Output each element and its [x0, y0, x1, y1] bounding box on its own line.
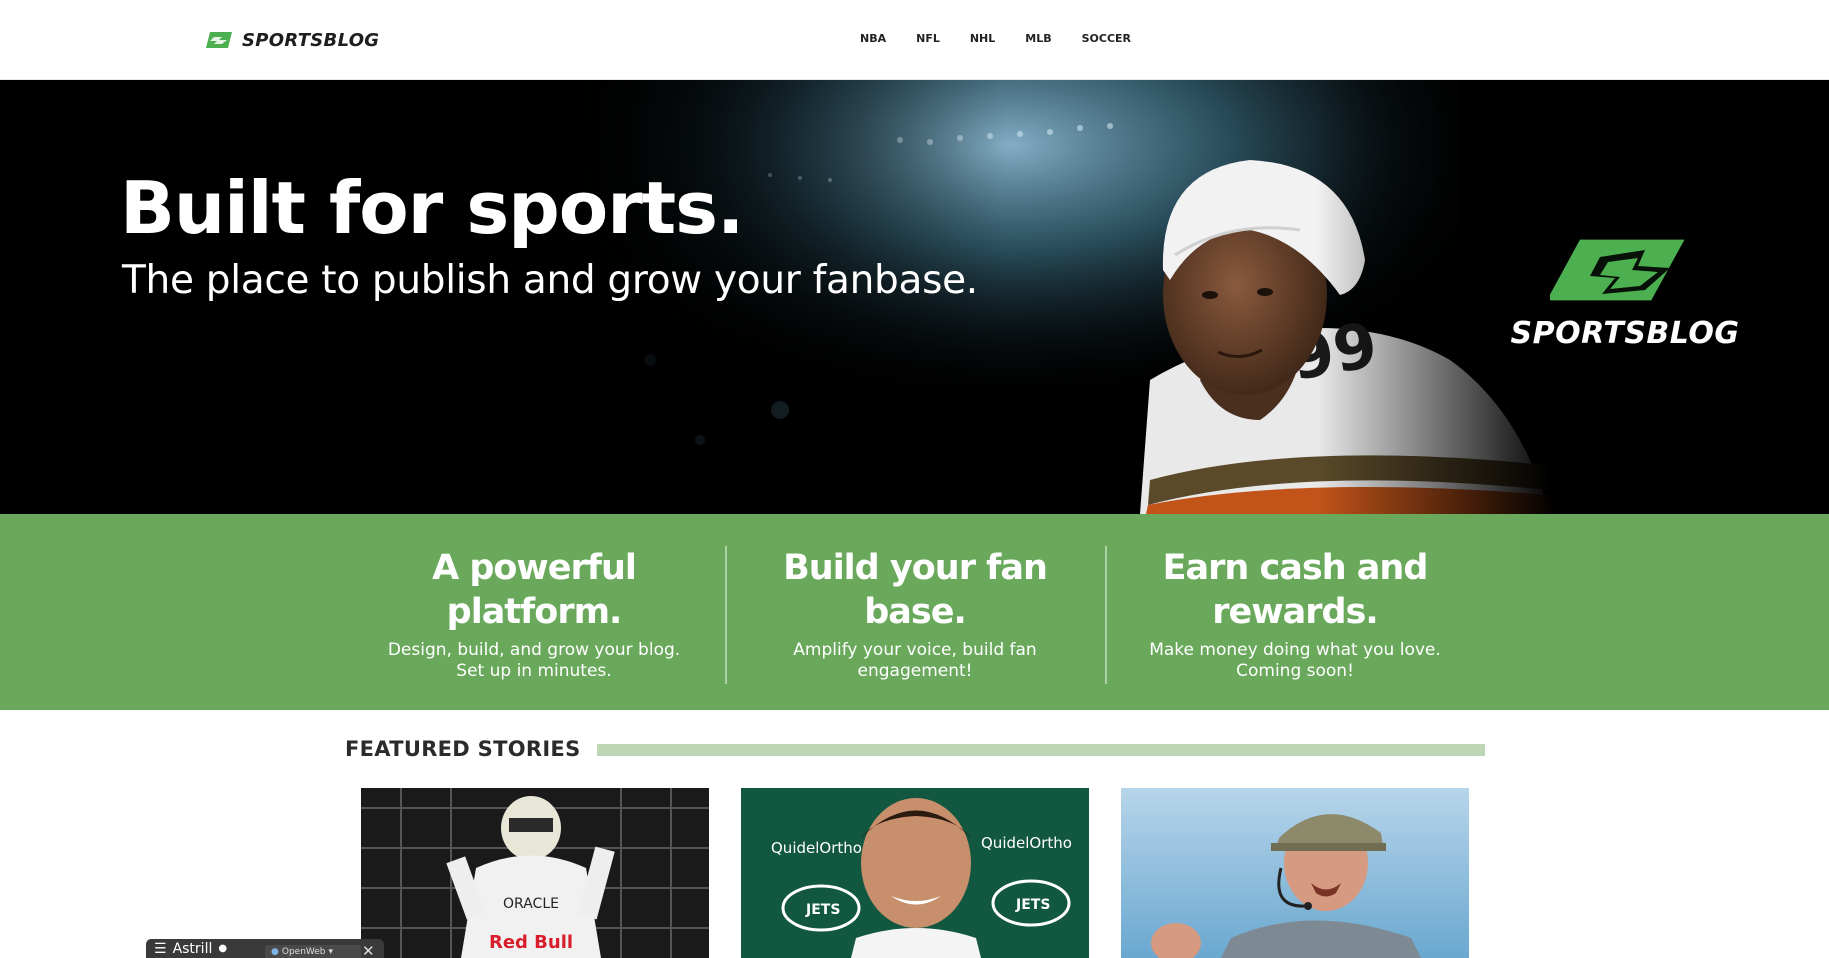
coach-sideline-photo: [1121, 788, 1469, 958]
story-text: Red Bull: [489, 932, 573, 953]
story-card-racing[interactable]: ORACLE Red Bull: [361, 788, 709, 958]
astrill-label: Astrill: [172, 940, 213, 957]
nav-nba[interactable]: NBA: [860, 32, 901, 45]
feature-desc-line1: Amplify your voice, build fan: [793, 640, 1037, 660]
hero-banner: 99 Built for sports. The place to publis…: [0, 80, 1829, 514]
nav-nhl[interactable]: NHL: [955, 32, 1010, 45]
openweb-widget[interactable]: ● OpenWeb ▾: [265, 945, 361, 958]
feature-desc-line2: Coming soon!: [1236, 661, 1354, 681]
nav-mlb[interactable]: MLB: [1010, 32, 1066, 45]
story-text: JETS: [1015, 897, 1050, 913]
openweb-label: OpenWeb: [281, 946, 326, 957]
feature-platform: A powerful platform. Design, build, and …: [344, 546, 724, 682]
nav-nfl[interactable]: NFL: [901, 32, 955, 45]
story-text: ORACLE: [503, 896, 559, 912]
main-nav: NBA NFL NHL MLB SOCCER: [860, 32, 1146, 45]
feature-title-line2: rewards.: [1212, 592, 1378, 632]
feature-fanbase: Build your fan base. Amplify your voice,…: [725, 546, 1105, 682]
sportsblog-logo-icon: [206, 32, 232, 48]
site-logo[interactable]: SPORTSBLOG: [202, 26, 379, 54]
feature-desc-line2: Set up in minutes.: [456, 661, 612, 681]
feature-desc-line1: Make money doing what you love.: [1149, 640, 1441, 660]
story-card-jets[interactable]: QuidelOrtho QuidelOrtho JETS JETS: [741, 788, 1089, 958]
hero-title: Built for sports.: [120, 166, 744, 250]
story-text: JETS: [805, 902, 840, 918]
logo-text: SPORTSBLOG: [242, 29, 380, 51]
story-card-coach[interactable]: [1121, 788, 1469, 958]
featured-heading-rule: [597, 744, 1485, 756]
hero-subtitle: The place to publish and grow your fanba…: [122, 258, 978, 303]
feature-desc-line2: engagement!: [857, 661, 973, 681]
features-band: A powerful platform. Design, build, and …: [0, 514, 1829, 710]
close-icon[interactable]: ✕: [362, 942, 375, 958]
nav-soccer[interactable]: SOCCER: [1067, 32, 1146, 45]
feature-desc-line1: Design, build, and grow your blog.: [387, 640, 681, 660]
chevron-down-icon: ▾: [328, 946, 334, 957]
story-text: QuidelOrtho: [771, 839, 862, 857]
menu-icon[interactable]: ☰: [154, 941, 167, 957]
feature-title-line2: platform.: [446, 592, 623, 632]
feature-title-line1: Build your fan: [783, 548, 1048, 588]
racing-driver-photo: ORACLE Red Bull: [361, 788, 709, 958]
astrill-globe-icon: ●: [218, 943, 228, 954]
globe-icon: ●: [271, 946, 279, 957]
feature-title-line1: Earn cash and: [1162, 548, 1429, 588]
story-text: QuidelOrtho: [981, 834, 1072, 852]
feature-title-line1: A powerful: [432, 548, 637, 588]
feature-rewards: Earn cash and rewards. Make money doing …: [1105, 546, 1485, 682]
jets-press-conference-photo: QuidelOrtho QuidelOrtho JETS JETS: [741, 788, 1089, 958]
sportsblog-logo-icon: [1550, 239, 1685, 301]
hero-logo-text: SPORTSBLOG: [1510, 316, 1740, 351]
feature-title-line2: base.: [864, 592, 967, 632]
featured-stories-heading: FEATURED STORIES: [345, 737, 581, 761]
hero-logo: SPORTSBLOG: [1505, 232, 1745, 351]
site-header: SPORTSBLOG NBA NFL NHL MLB SOCCER: [0, 0, 1829, 80]
